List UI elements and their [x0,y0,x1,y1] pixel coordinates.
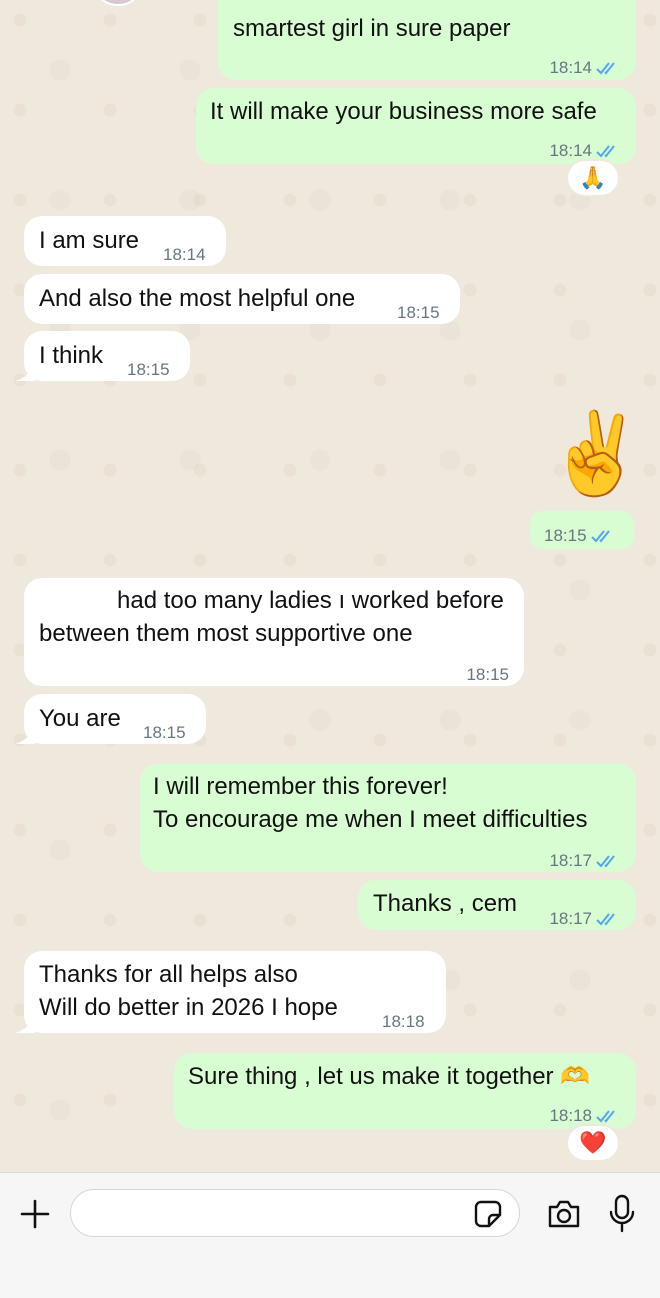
message-bubble-outgoing[interactable]: smartest girl in sure paper 18:14 [218,0,636,80]
plus-icon [20,1199,50,1229]
message-meta: 18:14 [549,51,622,85]
message-input[interactable] [70,1189,520,1237]
message-text: Thanks for all helps also Will do better… [39,961,338,1021]
message-bubble-outgoing[interactable]: It will make your business more safe 18:… [196,88,636,164]
message-text: I will remember this forever! To encoura… [153,773,588,833]
microphone-icon [609,1194,635,1233]
message-text: smartest girl in sure paper [233,15,511,42]
read-receipt-icon [596,62,615,75]
bubble-tail [15,1015,35,1033]
camera-icon [548,1200,580,1228]
message-text: It will make your business more safe [210,98,597,125]
message-meta: 18:15 [544,519,617,553]
message-text: Sure thing , let us make it together 🫶 [188,1063,591,1090]
message-text: I think [39,342,104,369]
message-text: You are [39,705,121,732]
message-bubble-outgoing[interactable]: Thanks , cem 18:17 [358,880,636,930]
reaction-badge[interactable]: ❤️ [566,1124,620,1162]
message-time: 18:17 [549,851,592,870]
message-bubble-incoming[interactable]: You are 18:15 [15,694,206,744]
read-receipt-icon [596,1110,615,1123]
composer-bar [0,1172,660,1298]
message-bubble-incoming[interactable]: I am sure 18:14 [24,216,226,266]
message-time: 18:14 [163,245,206,264]
message-text: had too many ladies ı worked before betw… [39,587,504,647]
message-time: 18:15 [397,303,440,322]
bubble-tail [15,363,35,381]
message-bubble-incoming[interactable]: had too many ladies ı worked before betw… [24,578,524,686]
read-receipt-icon [590,530,610,543]
reaction-badge[interactable]: 🙏 [566,159,620,197]
message-time: 18:15 [466,665,509,684]
message-meta: 18:17 [549,844,622,878]
read-receipt-icon [596,145,615,158]
message-time: 18:17 [549,909,592,928]
message-time: 18:15 [127,360,170,379]
message-time: 18:15 [143,723,186,742]
sticker-button[interactable] [468,1195,508,1233]
attach-button[interactable] [14,1193,56,1235]
message-time: 18:15 [544,526,587,545]
camera-button[interactable] [542,1193,586,1235]
read-receipt-icon [596,913,615,926]
message-bubble-outgoing[interactable]: I will remember this forever! To encoura… [140,764,636,872]
read-receipt-icon [596,855,615,868]
message-time: 18:14 [549,58,592,77]
message-text: Thanks , cem [373,890,518,917]
chat-area[interactable]: smartest girl in sure paper 18:14 It wil… [0,0,660,1172]
message-time: 18:18 [382,1012,425,1031]
contact-avatar[interactable] [96,0,140,6]
microphone-button[interactable] [602,1191,642,1237]
message-text: I am sure [39,227,140,254]
message-bubble-incoming[interactable]: And also the most helpful one 18:15 [24,274,460,324]
message-bubble-incoming[interactable]: I think 18:15 [15,331,190,381]
emoji-message[interactable]: ✌️ [546,414,646,494]
message-meta: 18:17 [549,902,622,936]
message-text: And also the most helpful one [39,285,356,312]
message-bubble-outgoing[interactable]: Sure thing , let us make it together 🫶 1… [174,1053,636,1129]
message-timestamp-pill: 18:15 [530,511,634,549]
message-bubble-incoming[interactable]: Thanks for all helps also Will do better… [15,951,446,1033]
sticker-icon [474,1200,502,1228]
bubble-tail [15,726,35,744]
